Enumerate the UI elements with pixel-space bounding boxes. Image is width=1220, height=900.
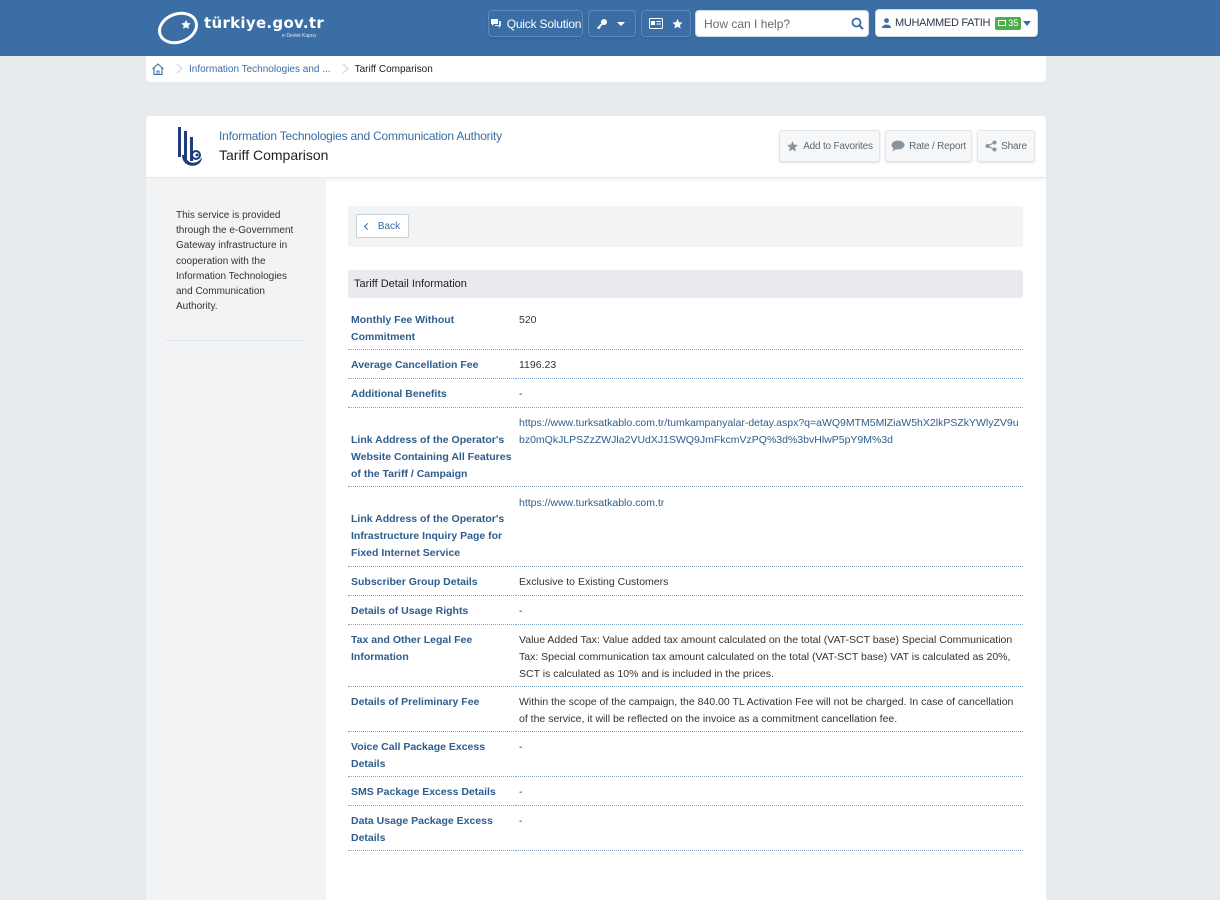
tariff-detail-table: Monthly Fee Without Commitment 520 Avera…: [348, 308, 1023, 851]
detail-label: Details of Usage Rights: [348, 595, 516, 625]
agency-name: Information Technologies and Communicati…: [219, 129, 502, 143]
caret-down-icon: [617, 21, 625, 26]
logo-text: türkiye.gov.tr: [204, 14, 325, 32]
btk-agency-logo: [178, 127, 202, 166]
detail-label: Data Usage Package Excess Details: [348, 805, 516, 851]
breadcrumb: Information Technologies and ... Tariff …: [146, 56, 1046, 82]
detail-label: Average Cancellation Fee: [348, 349, 516, 379]
detail-label: Additional Benefits: [348, 378, 516, 408]
detail-row: Details of Preliminary Fee Within the sc…: [348, 686, 1023, 732]
card-favorites-button[interactable]: [641, 10, 691, 37]
detail-row: Monthly Fee Without Commitment 520: [348, 308, 1023, 350]
detail-value: -: [516, 731, 1023, 777]
breadcrumb-item-authority[interactable]: Information Technologies and ...: [189, 64, 331, 75]
detail-value: -: [516, 378, 1023, 408]
detail-label: SMS Package Excess Details: [348, 776, 516, 806]
detail-label: Monthly Fee Without Commitment: [348, 308, 516, 350]
detail-label: Details of Preliminary Fee: [348, 686, 516, 732]
detail-row: Average Cancellation Fee 1196.23: [348, 349, 1023, 379]
id-card-icon: [648, 18, 663, 29]
star-icon: [672, 18, 682, 29]
logo-subtitle: e-Devlet Kapısı: [282, 33, 317, 39]
detail-label: Tax and Other Legal Fee Information: [348, 624, 516, 687]
detail-row: Tax and Other Legal Fee Information Valu…: [348, 624, 1023, 687]
detail-label: Subscriber Group Details: [348, 566, 516, 596]
comment-icon: [891, 140, 905, 152]
message-count-badge[interactable]: 35: [995, 16, 1022, 30]
rate-report-label: Rate / Report: [909, 140, 966, 152]
turkiye-gov-logo[interactable]: türkiye.gov.tr e-Devlet Kapısı: [156, 8, 324, 46]
back-label: Back: [377, 220, 401, 232]
infrastructure-inquiry-link[interactable]: https://www.turksatkablo.com.tr: [519, 497, 664, 509]
sidebar-divider: [166, 340, 304, 341]
user-icon: [882, 18, 891, 28]
breadcrumb-separator: [174, 62, 184, 76]
detail-label: Link Address of the Operator's Website C…: [348, 407, 516, 487]
detail-row: Voice Call Package Excess Details -: [348, 731, 1023, 777]
detail-row: Link Address of the Operator's Website C…: [348, 407, 1023, 487]
quick-solution-button[interactable]: Quick Solution: [488, 10, 583, 37]
key-icon: [596, 18, 607, 29]
detail-value: 1196.23: [516, 349, 1023, 379]
star-icon: [787, 140, 799, 151]
detail-label: Voice Call Package Excess Details: [348, 731, 516, 777]
detail-row: SMS Package Excess Details -: [348, 776, 1023, 806]
home-icon[interactable]: [151, 62, 165, 76]
breadcrumb-separator: [340, 62, 350, 76]
top-header: türkiye.gov.tr e-Devlet Kapısı Quick Sol…: [0, 0, 1220, 56]
user-name: MUHAMMED FATIH: [895, 17, 991, 29]
share-button[interactable]: Share: [977, 130, 1035, 162]
share-icon: [985, 140, 997, 152]
quick-solution-label: Quick Solution: [506, 16, 582, 31]
detail-row: Link Address of the Operator's Infrastru…: [348, 486, 1023, 567]
back-button[interactable]: Back: [356, 214, 409, 238]
service-sidebar: This service is provided through the e-G…: [146, 178, 326, 900]
section-title: Tariff Detail Information: [348, 270, 1023, 298]
detail-value: -: [516, 776, 1023, 806]
detail-value: Exclusive to Existing Customers: [516, 566, 1023, 596]
message-count: 35: [1008, 18, 1019, 28]
detail-value: 520: [516, 308, 1023, 350]
detail-value: Within the scope of the campaign, the 84…: [516, 686, 1023, 732]
search-input[interactable]: [696, 11, 846, 36]
add-to-favorites-button[interactable]: Add to Favorites: [779, 130, 880, 162]
login-key-dropdown[interactable]: [588, 10, 636, 37]
service-header: Information Technologies and Communicati…: [146, 116, 1046, 178]
search-box: [695, 10, 869, 37]
detail-row: Additional Benefits -: [348, 378, 1023, 408]
user-menu-button[interactable]: MUHAMMED FATIH 35: [875, 9, 1038, 37]
detail-row: Details of Usage Rights -: [348, 595, 1023, 625]
service-card: Information Technologies and Communicati…: [146, 116, 1046, 900]
crescent-star-icon: [158, 11, 198, 45]
rate-report-button[interactable]: Rate / Report: [885, 130, 972, 162]
add-to-favorites-label: Add to Favorites: [803, 140, 873, 152]
tariff-campaign-link[interactable]: https://www.turksatkablo.com.tr/tumkampa…: [519, 417, 1019, 446]
envelope-icon: [998, 20, 1007, 26]
page-title: Tariff Comparison: [219, 147, 329, 163]
chat-bubbles-icon: [490, 19, 501, 28]
breadcrumb-item-current: Tariff Comparison: [354, 63, 433, 75]
detail-value: -: [516, 595, 1023, 625]
chevron-left-icon: [363, 222, 371, 230]
detail-value: -: [516, 805, 1023, 851]
user-menu-caret-icon: [1023, 21, 1031, 26]
detail-row: Data Usage Package Excess Details -: [348, 805, 1023, 851]
detail-row: Subscriber Group Details Exclusive to Ex…: [348, 566, 1023, 596]
detail-value: Value Added Tax: Value added tax amount …: [516, 624, 1023, 687]
search-icon[interactable]: [851, 17, 864, 30]
detail-label: Link Address of the Operator's Infrastru…: [348, 486, 516, 567]
back-toolbar: Back: [348, 206, 1023, 247]
service-info-text: This service is provided through the e-G…: [176, 210, 294, 313]
share-label: Share: [1001, 140, 1027, 152]
